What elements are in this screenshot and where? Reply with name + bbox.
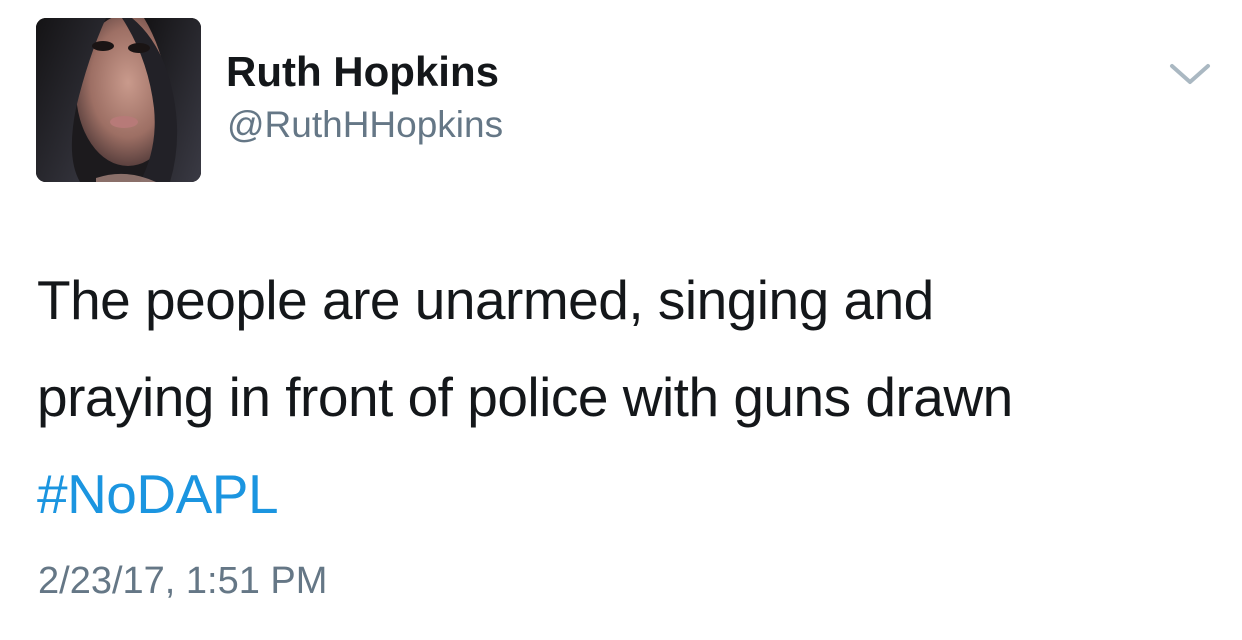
tweet-text: The people are unarmed, singing and pray… [37, 252, 1217, 543]
tweet-text-line: The people are unarmed, singing and [37, 269, 934, 331]
tweet-card: Ruth Hopkins @RuthHHopkins The people ar… [0, 0, 1242, 640]
tweet-text-line: praying in front of police with guns dra… [37, 366, 1013, 428]
author-handle[interactable]: @RuthHHopkins [227, 103, 503, 147]
hashtag-link[interactable]: #NoDAPL [37, 463, 279, 525]
author-display-name[interactable]: Ruth Hopkins [226, 48, 499, 96]
chevron-down-icon[interactable] [1168, 54, 1212, 94]
tweet-timestamp[interactable]: 2/23/17, 1:51 PM [38, 558, 327, 604]
profile-photo [36, 18, 201, 182]
avatar[interactable] [36, 18, 201, 182]
